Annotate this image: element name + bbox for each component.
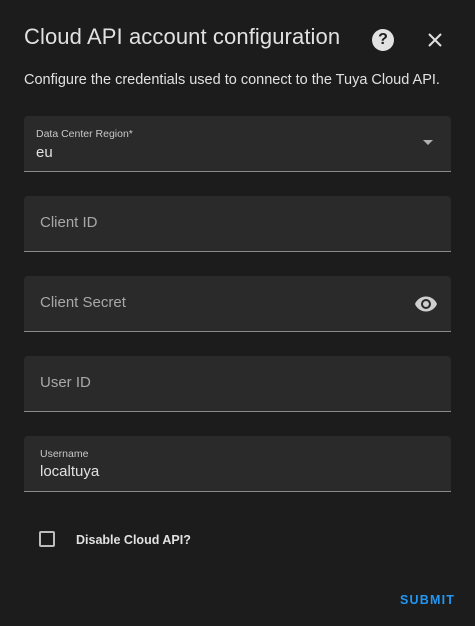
username-field[interactable]: Username localtuya bbox=[24, 436, 451, 492]
submit-button[interactable]: SUBMIT bbox=[400, 593, 455, 607]
username-label: Username bbox=[40, 448, 89, 460]
disable-cloud-label: Disable Cloud API? bbox=[76, 533, 191, 547]
user-id-label: User ID bbox=[40, 374, 91, 391]
disable-cloud-checkbox[interactable] bbox=[39, 531, 55, 547]
client-secret-label: Client Secret bbox=[40, 294, 126, 311]
eye-icon[interactable] bbox=[414, 292, 438, 321]
chevron-down-icon[interactable] bbox=[423, 140, 433, 145]
help-icon[interactable]: ? bbox=[372, 29, 394, 51]
client-secret-field[interactable]: Client Secret bbox=[24, 276, 451, 332]
config-dialog: Cloud API account configuration ? Config… bbox=[0, 0, 475, 626]
dialog-description: Configure the credentials used to connec… bbox=[24, 72, 440, 88]
region-value: eu bbox=[36, 144, 53, 161]
dialog-title: Cloud API account configuration bbox=[24, 24, 341, 49]
close-icon[interactable] bbox=[424, 29, 446, 51]
region-select[interactable]: Data Center Region* eu bbox=[24, 116, 451, 172]
client-id-field[interactable]: Client ID bbox=[24, 196, 451, 252]
user-id-field[interactable]: User ID bbox=[24, 356, 451, 412]
client-id-label: Client ID bbox=[40, 214, 98, 231]
username-value: localtuya bbox=[40, 463, 100, 480]
region-label: Data Center Region* bbox=[36, 128, 133, 140]
